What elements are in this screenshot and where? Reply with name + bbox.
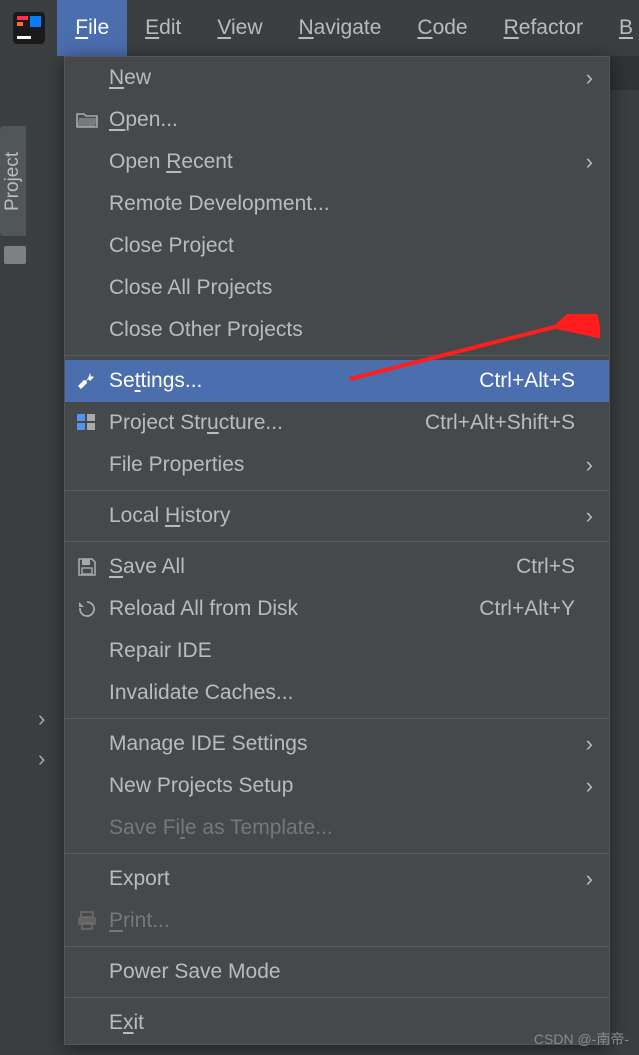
menu-view[interactable]: View (199, 0, 280, 56)
menu-item-power-save-mode[interactable]: Power Save Mode (65, 951, 609, 993)
chevron-right-icon: › (575, 149, 593, 175)
menu-navigate[interactable]: Navigate (281, 0, 400, 56)
menu-separator (65, 355, 609, 356)
menu-item-new[interactable]: New› (65, 57, 609, 99)
menu-item-file-properties[interactable]: File Properties› (65, 444, 609, 486)
menu-item-manage-ide-settings[interactable]: Manage IDE Settings› (65, 723, 609, 765)
chevron-right-icon: › (575, 452, 593, 478)
menu-item-label: Repair IDE (109, 639, 575, 663)
menu-shortcut: Ctrl+S (516, 555, 575, 579)
save-icon (65, 557, 109, 577)
menu-item-project-structure[interactable]: Project Structure... Ctrl+Alt+Shift+S (65, 402, 609, 444)
chevron-right-icon: › (575, 65, 593, 91)
app-logo (0, 0, 57, 56)
menu-item-label: Print... (109, 909, 575, 933)
chevron-right-icon: › (575, 773, 593, 799)
menu-item-open[interactable]: Open... (65, 99, 609, 141)
menu-item-export[interactable]: Export› (65, 858, 609, 900)
menu-item-label: Manage IDE Settings (109, 732, 575, 756)
menu-item-repair-ide[interactable]: Repair IDE (65, 630, 609, 672)
menu-item-exit[interactable]: Exit (65, 1002, 609, 1044)
menu-item-label: Open... (109, 108, 575, 132)
menu-item-label: Project Structure... (109, 411, 415, 435)
menu-item-label: Remote Development... (109, 192, 575, 216)
menu-item-label: Close Project (109, 234, 575, 258)
menu-item-save-all[interactable]: Save All Ctrl+S (65, 546, 609, 588)
print-icon (65, 911, 109, 931)
watermark: CSDN @-南帝- (534, 1029, 629, 1049)
menu-item-label: Open Recent (109, 150, 575, 174)
menu-item-label: Exit (109, 1011, 575, 1035)
menu-item-label: New Projects Setup (109, 774, 575, 798)
menu-item-close-project[interactable]: Close Project (65, 225, 609, 267)
menu-edit[interactable]: Edit (127, 0, 199, 56)
menu-item-label: Export (109, 867, 575, 891)
menu-truncated[interactable]: B (601, 0, 639, 56)
menu-item-print: Print... (65, 900, 609, 942)
reload-icon (65, 599, 109, 619)
chevron-right-icon: › (575, 503, 593, 529)
menu-item-close-other-projects[interactable]: Close Other Projects (65, 309, 609, 351)
menu-item-label: Close All Projects (109, 276, 575, 300)
menu-refactor[interactable]: Refactor (486, 0, 601, 56)
menu-item-reload-all-from-disk[interactable]: Reload All from Disk Ctrl+Alt+Y (65, 588, 609, 630)
menu-separator (65, 997, 609, 998)
menu-item-local-history[interactable]: Local History› (65, 495, 609, 537)
menu-item-settings[interactable]: Settings... Ctrl+Alt+S (65, 360, 609, 402)
menu-item-label: Settings... (109, 369, 469, 393)
menu-separator (65, 718, 609, 719)
project-tool-tab[interactable]: Project (0, 126, 26, 236)
menu-item-remote-development[interactable]: Remote Development... (65, 183, 609, 225)
menu-item-new-projects-setup[interactable]: New Projects Setup› (65, 765, 609, 807)
menu-item-label: New (109, 66, 575, 90)
menu-item-label: Power Save Mode (109, 960, 575, 984)
menu-shortcut: Ctrl+Alt+S (479, 369, 575, 393)
menu-shortcut: Ctrl+Alt+Y (479, 597, 575, 621)
folder-icon (4, 246, 26, 264)
chevron-right-icon: › (575, 866, 593, 892)
menu-separator (65, 946, 609, 947)
menu-item-label: File Properties (109, 453, 575, 477)
menu-item-label: Close Other Projects (109, 318, 575, 342)
menu-item-label: Save File as Template... (109, 816, 575, 840)
menu-separator (65, 490, 609, 491)
menu-item-label: Reload All from Disk (109, 597, 469, 621)
menu-item-open-recent[interactable]: Open Recent› (65, 141, 609, 183)
wrench-icon (65, 370, 109, 392)
menu-code[interactable]: Code (399, 0, 485, 56)
menu-separator (65, 853, 609, 854)
tool-window-strip: Project (0, 56, 64, 1055)
menu-item-close-all-projects[interactable]: Close All Projects (65, 267, 609, 309)
menubar: File Edit View Navigate Code Refactor B (0, 0, 639, 56)
chevron-right-icon: › (575, 731, 593, 757)
file-menu-dropdown: New›Open...Open Recent›Remote Developmen… (64, 56, 610, 1045)
menu-item-label: Local History (109, 504, 575, 528)
menu-item-save-file-as-template: Save File as Template... (65, 807, 609, 849)
folder-open-icon (65, 111, 109, 129)
menu-item-label: Save All (109, 555, 506, 579)
menu-separator (65, 541, 609, 542)
project-structure-icon (65, 413, 109, 433)
menu-shortcut: Ctrl+Alt+Shift+S (425, 411, 575, 435)
menu-item-invalidate-caches[interactable]: Invalidate Caches... (65, 672, 609, 714)
menu-file[interactable]: File (57, 0, 127, 56)
menu-item-label: Invalidate Caches... (109, 681, 575, 705)
